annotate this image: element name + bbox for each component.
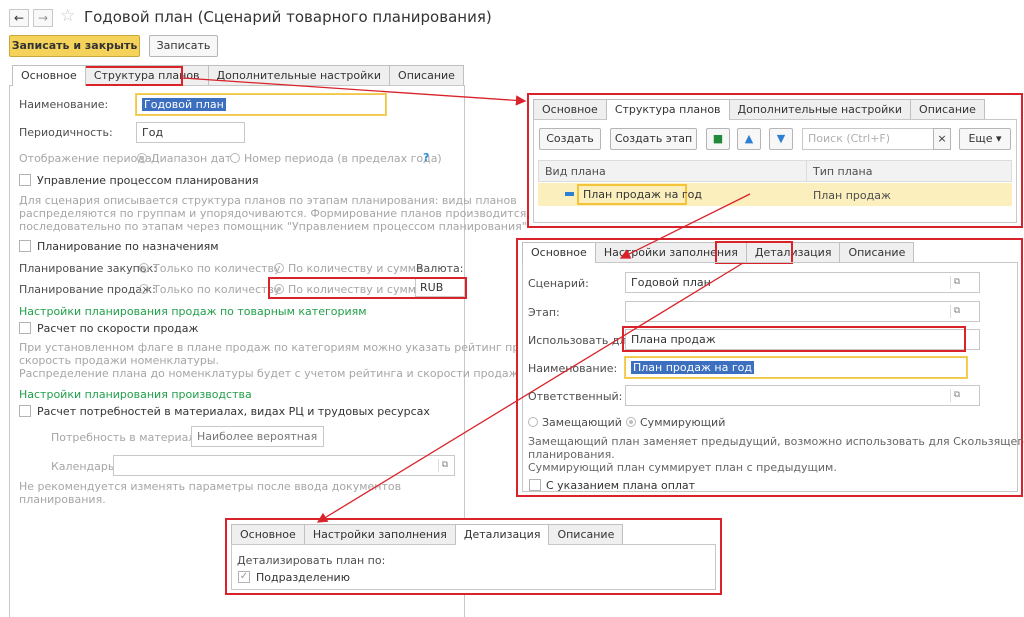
arrow-detail <box>316 262 744 523</box>
tab-plan-structure[interactable]: Структура планов <box>605 99 730 120</box>
arrow-plan-row <box>619 193 751 259</box>
tab-main[interactable]: Основное <box>522 242 596 263</box>
arrow-structure <box>182 77 527 106</box>
tab-main[interactable]: Основное <box>12 65 86 86</box>
tab-detail[interactable]: Детализация <box>454 524 550 545</box>
